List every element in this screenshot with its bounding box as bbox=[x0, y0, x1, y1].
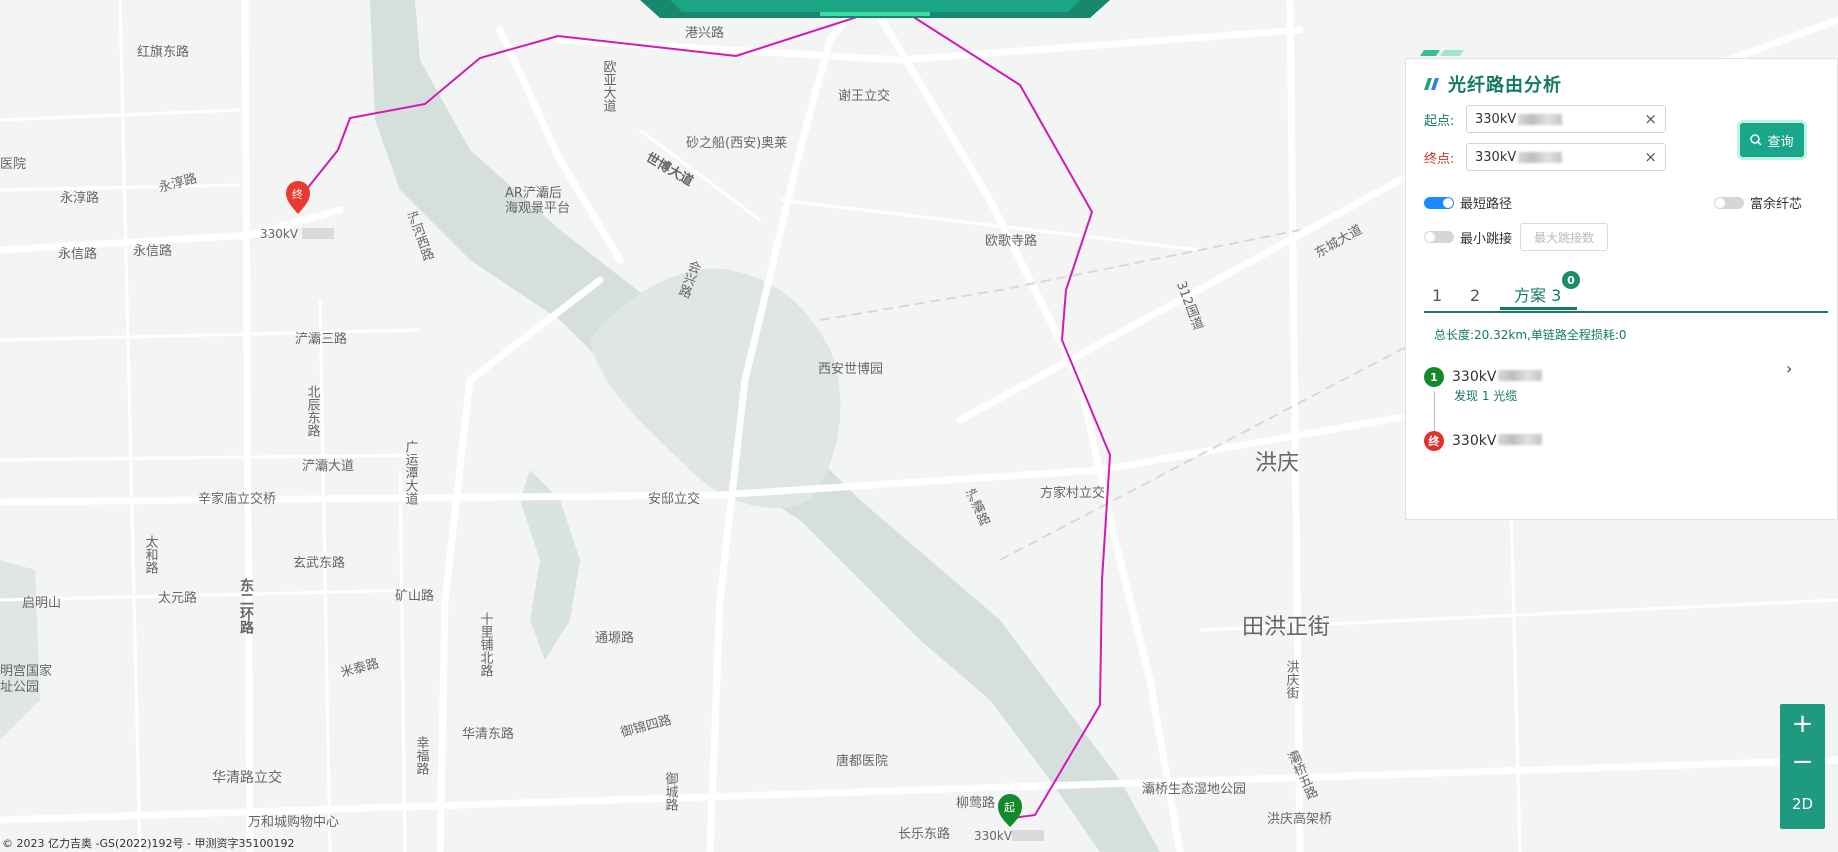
shortest-path-row: 最短路径 bbox=[1424, 193, 1512, 212]
min-hop-row: 最小跳接 最大跳接数 bbox=[1424, 223, 1609, 251]
shortest-path-label: 最短路径 bbox=[1460, 197, 1513, 212]
min-hop-label: 最小跳接 bbox=[1460, 231, 1513, 247]
blurred-name bbox=[1498, 370, 1543, 381]
end-row: 终点: 330kV × bbox=[1424, 143, 1666, 171]
map-label: 浐灞大道 bbox=[302, 459, 354, 474]
map-label: 田洪正街 bbox=[1242, 615, 1330, 640]
svg-text:起: 起 bbox=[1004, 801, 1015, 814]
min-hop-toggle[interactable] bbox=[1424, 231, 1454, 243]
map-label: 址公园 bbox=[0, 680, 39, 695]
map-label: 港兴路 bbox=[685, 25, 724, 41]
clear-start-icon[interactable]: × bbox=[1644, 110, 1657, 128]
map-label: 御城路 bbox=[663, 772, 679, 811]
map-label: 红旗东路 bbox=[137, 44, 189, 60]
header-banner bbox=[640, 0, 1110, 18]
start-label: 起点: bbox=[1424, 113, 1455, 129]
map-label: 洪庆高架桥 bbox=[1267, 811, 1332, 827]
route-node-2[interactable]: 终 330kV bbox=[1424, 431, 1543, 451]
map-label: 矿山路 bbox=[395, 588, 434, 604]
blurred-name bbox=[1498, 434, 1543, 445]
redundant-core-toggle[interactable] bbox=[1714, 196, 1744, 209]
map-label: 北辰东路 bbox=[305, 385, 321, 437]
map-label: 东二环路 bbox=[238, 577, 254, 634]
map-label: 海观景平台 bbox=[505, 201, 570, 216]
node-connector bbox=[1434, 391, 1435, 431]
blurred-name bbox=[302, 228, 334, 239]
tab-plan-2[interactable]: 2 bbox=[1470, 281, 1480, 309]
map-label: 十里铺北路 bbox=[478, 612, 494, 677]
start-station-label: 330kV bbox=[974, 829, 1013, 843]
node-1-marker: 1 bbox=[1424, 367, 1444, 387]
tab-plan-1[interactable]: 1 bbox=[1432, 281, 1442, 309]
view-mode-button[interactable]: 2D bbox=[1780, 784, 1825, 824]
redundant-core-row: 富余纤芯 bbox=[1714, 193, 1802, 212]
map-label: 欧亚大道 bbox=[601, 60, 617, 112]
blurred-name bbox=[1518, 151, 1563, 163]
clear-end-icon[interactable]: × bbox=[1644, 148, 1657, 166]
map-label: 砂之船(西安)奥莱 bbox=[686, 136, 787, 151]
map-label: 华清东路 bbox=[462, 726, 514, 742]
map-label: 万和城购物中心 bbox=[248, 814, 339, 830]
map-label: 西安世博园 bbox=[818, 362, 883, 377]
map-label: 玄武东路 bbox=[293, 555, 345, 571]
panel-title: 光纤路由分析 bbox=[1448, 75, 1562, 96]
map-label: 洪庆 bbox=[1255, 451, 1299, 476]
map-label: 方家村立交 bbox=[1040, 485, 1105, 501]
map-label: 通塬路 bbox=[595, 630, 634, 646]
map-label: 欧歌寺路 bbox=[985, 233, 1037, 249]
start-input[interactable]: 330kV × bbox=[1466, 105, 1666, 133]
map-label: 华清路立交 bbox=[212, 769, 282, 786]
blurred-name bbox=[1012, 830, 1044, 841]
redundant-core-label: 富余纤芯 bbox=[1750, 197, 1803, 212]
map-label: 永淳路 bbox=[60, 190, 99, 206]
found-cable-text: 发现 1 光缆 bbox=[1454, 389, 1518, 403]
map-label: 辛家庙立交桥 bbox=[198, 491, 276, 507]
map-label: 长乐东路 bbox=[898, 826, 950, 842]
map-copyright: © 2023 亿力吉奥 -GS(2022)192号 - 甲测资字35100192 bbox=[2, 837, 295, 850]
map-label: 太元路 bbox=[158, 590, 197, 606]
map-label: 灞桥生态湿地公园 bbox=[1142, 782, 1246, 797]
map-label: 永信路 bbox=[133, 243, 172, 259]
map-label: 洪庆街 bbox=[1284, 660, 1300, 699]
zoom-out-button[interactable]: − bbox=[1780, 742, 1825, 782]
max-hop-input[interactable]: 最大跳接数 bbox=[1520, 223, 1609, 251]
query-button[interactable]: 查询 bbox=[1740, 123, 1804, 157]
end-station-label: 330kV bbox=[260, 227, 299, 241]
map-label: 安邸立交 bbox=[648, 491, 700, 507]
svg-text:终: 终 bbox=[292, 187, 303, 201]
panel-title-bar: 光纤路由分析 bbox=[1424, 71, 1562, 97]
blurred-name bbox=[1518, 113, 1563, 125]
route-node-1[interactable]: 1 330kV bbox=[1424, 367, 1543, 387]
plan-badge: 0 bbox=[1562, 271, 1580, 289]
zoom-in-button[interactable]: + bbox=[1780, 704, 1825, 744]
end-label: 终点: bbox=[1424, 151, 1455, 167]
end-input[interactable]: 330kV × bbox=[1466, 143, 1666, 171]
map-label: 广运潭大道 bbox=[403, 440, 419, 505]
map-label: 太和路 bbox=[143, 535, 159, 574]
node-2-marker: 终 bbox=[1424, 431, 1444, 451]
plan-tabs: 1 2 方案 3 0 bbox=[1424, 271, 1828, 313]
node-2-name: 330kV bbox=[1452, 433, 1543, 449]
panel-accent bbox=[1420, 50, 1464, 56]
route-summary: 总长度:20.32km,单链路全程损耗:0 bbox=[1434, 328, 1627, 342]
zoom-control: + − 2D bbox=[1780, 704, 1825, 829]
shortest-path-toggle[interactable] bbox=[1424, 196, 1454, 209]
route-analysis-panel: 光纤路由分析 起点: 330kV × 终点: 330kV × 查询 最短路径 富… bbox=[1405, 58, 1838, 520]
map-label: 明宫国家 bbox=[0, 663, 52, 679]
map-label: AR浐灞后 bbox=[505, 186, 562, 201]
chevron-right-icon[interactable]: › bbox=[1786, 359, 1792, 378]
node-1-name: 330kV bbox=[1452, 369, 1543, 385]
map-label: 启明山 bbox=[22, 596, 61, 611]
map-label: 幸福路 bbox=[414, 736, 430, 775]
map-label: 永信路 bbox=[58, 246, 97, 262]
title-slash-icon bbox=[1424, 78, 1439, 90]
start-row: 起点: 330kV × bbox=[1424, 105, 1666, 133]
map-label: 医院 bbox=[0, 157, 26, 172]
search-icon bbox=[1750, 134, 1763, 146]
map-label: 柳莺路 bbox=[956, 795, 995, 811]
map-label: 谢王立交 bbox=[838, 88, 890, 104]
map-label: 唐都医院 bbox=[836, 753, 888, 769]
map-label: 浐灞三路 bbox=[295, 331, 347, 347]
